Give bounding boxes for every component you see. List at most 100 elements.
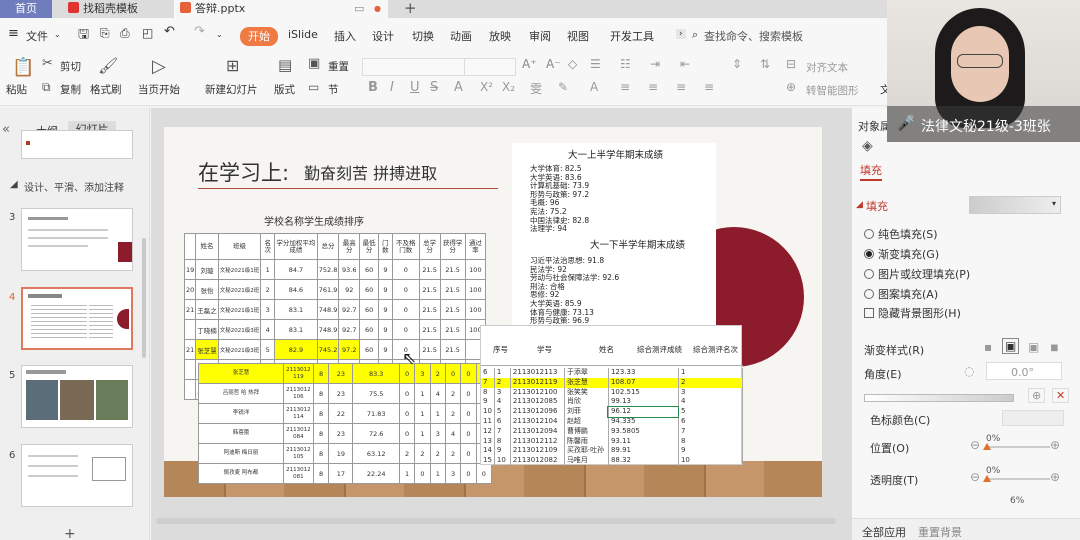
- gradient-bar[interactable]: [864, 394, 1014, 402]
- table-row[interactable]: 8 3 2113012100 张笑笑 102.515 3: [481, 387, 744, 398]
- from-current-button[interactable]: 当页开始: [138, 82, 180, 97]
- gradient-radial-icon[interactable]: ▣: [1002, 338, 1020, 354]
- table-row[interactable]: 6 1 2113012113 于添翠 123.33 1: [481, 368, 744, 378]
- file-menu[interactable]: 文件: [26, 28, 48, 44]
- undo-icon[interactable]: ↶: [164, 24, 175, 39]
- superscript-icon[interactable]: X²: [480, 80, 493, 94]
- angle-dial-icon[interactable]: ◌: [964, 364, 974, 378]
- bold-icon[interactable]: B: [368, 80, 378, 95]
- new-slide-icon[interactable]: ⊞: [226, 56, 239, 75]
- font-color-icon[interactable]: A: [590, 80, 598, 94]
- table-row[interactable]: 21 王磊之 文秘2021级1班 3 83.1 748.9 92.7 60 9 0 21.5 21.5…: [183, 299, 487, 320]
- print-icon[interactable]: ⎙: [120, 26, 130, 41]
- smart-art-icon[interactable]: ⊕: [786, 80, 796, 94]
- tab-start[interactable]: 开始: [240, 27, 278, 46]
- menu-tab-2[interactable]: 设计: [372, 28, 394, 44]
- layout-button[interactable]: 版式: [274, 82, 295, 97]
- export-icon[interactable]: ⎘: [100, 26, 110, 41]
- menu-tab-1[interactable]: 插入: [334, 28, 356, 44]
- new-tab-plus-icon[interactable]: +: [398, 0, 417, 18]
- align-text-icon[interactable]: ⊟: [786, 57, 796, 71]
- table-row[interactable]: 李锐洋211301211482271.83011200: [198, 403, 493, 424]
- paste-button[interactable]: 粘贴: [6, 82, 27, 97]
- reset-button[interactable]: 重置: [328, 59, 349, 74]
- menu-tab-8[interactable]: 开发工具: [610, 28, 654, 44]
- table-row[interactable]: 张芝慧211301211982383.3032000: [198, 363, 493, 384]
- menu-tab-6[interactable]: 审阅: [529, 28, 551, 44]
- gradient-linear-icon[interactable]: ▪: [984, 340, 992, 354]
- composite-ranking-sheet[interactable]: 序号 学号 姓名 综合测评成绩 综合测评名次 6 1 2113012113 于添翠 12…: [480, 325, 744, 466]
- shadow-icon[interactable]: A: [454, 80, 463, 95]
- italic-icon[interactable]: I: [390, 80, 394, 95]
- redo-icon[interactable]: ↷: [194, 24, 205, 39]
- section-icon[interactable]: ▭: [308, 80, 319, 94]
- fill-option-radio[interactable]: 渐变填充(G): [864, 246, 939, 262]
- position-minus-icon[interactable]: ⊖: [970, 438, 980, 452]
- menu-tab-5[interactable]: 放映: [489, 28, 511, 44]
- table-row[interactable]: 11 6 2113012104 赵超 94.335 6: [481, 416, 744, 427]
- align-center-icon[interactable]: ≡: [648, 80, 658, 94]
- align-right-icon[interactable]: ≡: [676, 80, 686, 94]
- smart-art-button[interactable]: 转智能图形: [806, 83, 859, 98]
- window-icon[interactable]: ▭: [354, 0, 364, 18]
- hamburger-icon[interactable]: ≡: [8, 26, 19, 41]
- table-row[interactable]: 丁晓楠 文秘2021级3班 4 83.1 748.9 92.7 60 9 0 21.5 21.5 10…: [183, 319, 487, 340]
- delete-stop-icon[interactable]: ✕: [1052, 388, 1070, 403]
- search-input[interactable]: 查找命令、搜索模板: [704, 28, 803, 44]
- increase-font-icon[interactable]: A⁺: [522, 57, 537, 71]
- fill-option-radio[interactable]: 图片或纹理填充(P): [864, 266, 970, 282]
- slide-thumbnail-2[interactable]: [21, 130, 133, 159]
- menu-tab-4[interactable]: 动画: [450, 28, 472, 44]
- tab-document[interactable]: 答辩.pptx ▭ ●: [174, 0, 388, 18]
- position-slider[interactable]: [983, 443, 1050, 450]
- table-row[interactable]: 13 8 2113012112 陈馨雨 93.11 8: [481, 436, 744, 447]
- tab-fill[interactable]: 填充: [860, 162, 882, 181]
- hide-background-checkbox[interactable]: 隐藏背景图形(H): [864, 305, 961, 321]
- grades-text-box[interactable]: 大一上半学年期末成绩 大学体育: 82.5 大学英语: 83.6 计算机基础: 73…: [512, 143, 716, 334]
- fill-expand-icon[interactable]: ◢: [856, 200, 863, 210]
- format-painter-button[interactable]: 格式刷: [90, 82, 122, 97]
- line-spacing-icon[interactable]: ⇕: [732, 57, 742, 71]
- composite-rows[interactable]: 6 1 2113012113 于添翠 123.33 1 7 2 2113012119 张芝慧 108…: [481, 368, 744, 466]
- table-row[interactable]: 12 7 2113012094 曹博鹏 93.5805 7: [481, 426, 744, 437]
- paste-icon[interactable]: 📋: [12, 57, 34, 78]
- table-row[interactable]: 吕丽哲 哈 热拜211301210682375.5014200: [198, 383, 493, 404]
- new-slide-button[interactable]: 新建幻灯片: [205, 82, 258, 97]
- transparency-slider[interactable]: [983, 475, 1050, 482]
- angle-input[interactable]: 0.0°: [986, 362, 1062, 380]
- phonetic-icon[interactable]: 雯: [530, 80, 542, 97]
- navigator-scrollbar[interactable]: [142, 238, 146, 358]
- menu-tab-7[interactable]: 视图: [567, 28, 589, 44]
- layout-icon[interactable]: ▤: [278, 56, 292, 74]
- play-icon[interactable]: ▷: [152, 56, 166, 77]
- gradient-path-icon[interactable]: ◾: [1050, 340, 1059, 354]
- horizontal-scrollbar[interactable]: [156, 518, 836, 524]
- clear-format-icon[interactable]: ◇: [568, 57, 577, 71]
- collapse-panel-icon[interactable]: «: [2, 122, 10, 137]
- underline-icon[interactable]: U: [410, 80, 420, 95]
- slide-canvas[interactable]: 在学习上: 勤奋刻苦 拼搏进取 学校名称学生成绩排序 姓名 班级 名次 学分加权平均成…: [164, 127, 822, 497]
- tab-template[interactable]: 找稻壳模板: [62, 0, 170, 18]
- cut-button[interactable]: 剪切: [60, 59, 81, 74]
- table-row[interactable]: 20 张怡 文秘2021级2班 2 84.6 761.9 92 60 9 0 21.5 21.5 100: [183, 279, 487, 300]
- highlight-icon[interactable]: ✎: [558, 80, 568, 94]
- menu-tab-0[interactable]: iSlide: [288, 28, 318, 41]
- preview-icon[interactable]: ◰: [142, 26, 153, 40]
- cut-icon[interactable]: ✂: [42, 56, 53, 71]
- slide-thumbnail-6[interactable]: [21, 444, 133, 507]
- table-row[interactable]: 15 10 2113012082 马唯月 88.32 10: [481, 456, 744, 466]
- indent-icon[interactable]: ⇥: [650, 57, 660, 71]
- reset-icon[interactable]: ▣: [308, 56, 320, 71]
- fill-option-radio[interactable]: 图案填充(A): [864, 286, 938, 302]
- copy-icon[interactable]: ⧉: [42, 80, 51, 95]
- stop-color-select[interactable]: [1002, 410, 1064, 426]
- fill-bucket-icon[interactable]: ◈: [862, 138, 873, 154]
- fill-color-chevron-icon[interactable]: ▾: [1052, 199, 1056, 208]
- table-row[interactable]: 9 4 2113012085 肖欣 99.13 4: [481, 397, 744, 408]
- table-row[interactable]: 14 9 2113012109 买孜耶·吐孙 89.91 9: [481, 446, 744, 457]
- fill-option-radio[interactable]: 纯色填充(S): [864, 226, 938, 242]
- tab-home[interactable]: 首页: [0, 0, 52, 18]
- position-plus-icon[interactable]: ⊕: [1050, 438, 1060, 452]
- gradient-rect-icon[interactable]: ▣: [1028, 340, 1039, 354]
- slide-thumbnail-4-selected[interactable]: [21, 287, 133, 350]
